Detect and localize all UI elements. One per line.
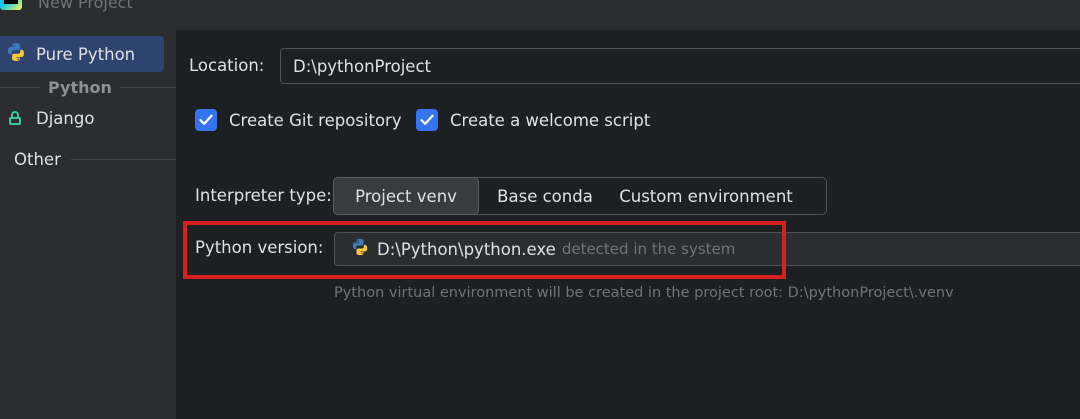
sidebar-item-label: Django — [36, 108, 95, 128]
checkbox-label: Create a welcome script — [450, 110, 651, 130]
divider — [0, 86, 40, 88]
tab-base-conda[interactable]: Base conda — [479, 177, 611, 215]
title-bar: New Project — [0, 0, 1080, 30]
location-label: Location: — [189, 56, 265, 75]
tab-label: Base conda — [497, 186, 593, 206]
pycharm-logo-icon — [0, 0, 22, 10]
window-title: New Project — [38, 0, 133, 12]
checkbox-label: Create Git repository — [229, 110, 402, 130]
python-icon — [6, 42, 26, 66]
location-value: D:\pythonProject — [293, 56, 431, 76]
tab-label: Custom environment — [619, 186, 793, 206]
project-settings-panel: Location: D:\pythonProject Create Git re… — [176, 30, 1080, 419]
sidebar-group-python: Python — [0, 76, 176, 98]
checkbox-checked-icon[interactable] — [416, 109, 438, 131]
project-type-sidebar: Pure Python Python Django Other — [0, 30, 176, 419]
interpreter-type-label: Interpreter type: — [195, 186, 332, 205]
python-version-dropdown[interactable]: D:\Python\python.exe detected in the sys… — [334, 232, 1080, 266]
create-welcome-script-checkbox[interactable]: Create a welcome script — [416, 108, 650, 132]
sidebar-item-pure-python[interactable]: Pure Python — [0, 36, 164, 72]
python-version-label: Python version: — [195, 238, 324, 257]
sidebar-group-other[interactable]: Other — [0, 144, 176, 174]
location-input[interactable]: D:\pythonProject — [280, 48, 1080, 84]
divider — [70, 158, 176, 160]
tab-label: Project venv — [355, 186, 457, 206]
sidebar-item-label: Pure Python — [36, 44, 136, 64]
divider — [119, 86, 176, 88]
checkbox-checked-icon[interactable] — [195, 109, 217, 131]
venv-location-note: Python virtual environment will be creat… — [334, 285, 954, 301]
interpreter-type-selector: Project venv Base conda Custom environme… — [333, 177, 827, 215]
sidebar-group-label: Python — [48, 77, 112, 97]
python-version-path: D:\Python\python.exe — [377, 239, 556, 259]
tab-custom-environment[interactable]: Custom environment — [611, 177, 801, 215]
sidebar-group-label: Other — [14, 149, 61, 169]
lock-icon — [8, 111, 22, 125]
create-git-repo-checkbox[interactable]: Create Git repository — [195, 108, 402, 132]
sidebar-item-django[interactable]: Django — [8, 100, 94, 136]
python-version-hint: detected in the system — [561, 240, 736, 258]
python-icon — [351, 238, 369, 260]
tab-project-venv[interactable]: Project venv — [333, 177, 479, 215]
